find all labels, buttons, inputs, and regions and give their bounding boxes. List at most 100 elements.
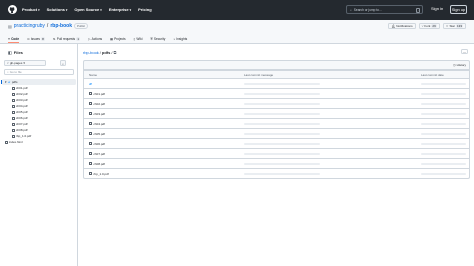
sign-up-button[interactable]: Sign up	[450, 5, 467, 14]
tab-label: Insights	[176, 37, 188, 41]
star-button[interactable]: ☆ Star 133	[442, 23, 466, 29]
tab-count: 8	[40, 37, 46, 41]
file-icon	[89, 92, 92, 95]
table-header: Name Last commit message Last commit dat…	[84, 70, 469, 78]
star-label: Star	[449, 24, 455, 28]
search-icon: ⌕	[7, 70, 9, 74]
commit-message-placeholder	[244, 172, 320, 175]
repo-owner-link[interactable]: practicingruby	[14, 23, 45, 29]
commit-message-placeholder	[244, 132, 320, 135]
nav-enterprise[interactable]: Enterprise ▾	[109, 7, 131, 12]
tab-wiki[interactable]: ▯ Wiki	[134, 35, 143, 43]
file-icon	[12, 104, 15, 108]
file-name-cell[interactable]: ch08.pdf	[89, 162, 105, 166]
file-name-cell[interactable]: ch02.pdf	[89, 102, 105, 106]
nav-product[interactable]: Product ▾	[22, 7, 40, 12]
commit-message-placeholder	[244, 82, 320, 85]
file-icon	[89, 112, 92, 115]
file-name-cell[interactable]: ch07.pdf	[89, 152, 105, 156]
repo-actions: 🔔︎ Notifications ⑂ Fork 29 ☆ Star 133	[388, 23, 466, 29]
repo-name-link[interactable]: rbp-book	[50, 23, 72, 29]
breadcrumb-repo-link[interactable]: rbp-book	[83, 50, 99, 55]
notifications-button[interactable]: 🔔︎ Notifications	[388, 23, 416, 29]
file-name-cell[interactable]: ch01.pdf	[89, 92, 105, 96]
table-row[interactable]: ch06.pdf	[84, 138, 469, 148]
commit-date-placeholder	[421, 152, 466, 155]
table-row[interactable]: ch05.pdf	[84, 128, 469, 138]
file-name: ch03.pdf	[93, 111, 106, 116]
tree-item-label: pdfs	[11, 80, 18, 84]
tab-label: Projects	[114, 37, 126, 41]
tree-item-label: ch06.pdf	[16, 116, 28, 120]
tree-item-label: ch08.pdf	[16, 128, 28, 132]
search-icon[interactable]: ⌕	[60, 60, 66, 66]
commit-date-placeholder	[421, 102, 466, 105]
file-name-cell[interactable]: ▰	[89, 81, 92, 86]
commit-message-placeholder	[244, 152, 320, 155]
tab-label: Wiki	[136, 37, 143, 41]
github-logo-icon[interactable]	[8, 5, 17, 14]
chevron-down-icon: ▾	[5, 80, 7, 84]
tab-issues[interactable]: ⊙ Issues 8	[27, 35, 46, 43]
bell-icon: 🔔︎	[391, 24, 396, 28]
table-row[interactable]: ch07.pdf	[84, 148, 469, 158]
tree-item[interactable]: ▾ ▰ pdfs	[1, 79, 76, 85]
sign-in-link[interactable]: Sign in	[431, 6, 443, 11]
tree-item-label: ch05.pdf	[16, 110, 28, 114]
file-name-cell[interactable]: ch03.pdf	[89, 112, 105, 116]
tab-label: Actions	[91, 37, 103, 41]
tab-label: Code	[11, 36, 20, 41]
fork-button[interactable]: ⑂ Fork 29	[418, 23, 440, 29]
nav-label: Open Source	[74, 7, 100, 12]
branch-selector[interactable]: ⑂ gh-pages ▾	[4, 60, 46, 66]
folder-open-icon: ▰	[8, 80, 11, 84]
table-row[interactable]: ch01.pdf	[84, 88, 469, 98]
pull-request-icon: ⇅	[53, 37, 56, 41]
nav-open-source[interactable]: Open Source ▾	[74, 7, 101, 12]
nav-pricing[interactable]: Pricing	[138, 7, 152, 12]
table-row[interactable]: ▰	[84, 78, 469, 88]
file-tree: ▾ ▰ pdfs ch01.pdf ch02.pdf ch03.pdf ch04.pdf ch…	[1, 79, 76, 145]
table-row[interactable]: ch02.pdf	[84, 98, 469, 108]
file-name-cell[interactable]: ch05.pdf	[89, 132, 105, 136]
tab-code[interactable]: ‹› Code	[8, 35, 20, 43]
commit-message-placeholder	[244, 142, 320, 145]
more-options-button[interactable]: ⋯	[461, 49, 468, 54]
file-name-cell[interactable]: ch04.pdf	[89, 122, 105, 126]
table-row[interactable]: ch04.pdf	[84, 118, 469, 128]
tab-insights[interactable]: ⌁ Insights	[173, 35, 187, 43]
file-icon	[12, 128, 15, 132]
file-name: ch01.pdf	[93, 91, 106, 96]
breadcrumb: rbp-book / pdfs / ⧉	[83, 50, 116, 55]
table-row[interactable]: rbp_1.0.pdf	[84, 168, 469, 178]
search-input[interactable]: ⌕ Search or jump to... /	[346, 5, 423, 14]
search-shortcut-key: /	[416, 7, 420, 13]
commit-message-placeholder	[244, 112, 320, 115]
file-name-cell[interactable]: rbp_1.0.pdf	[89, 172, 109, 176]
folder-icon: ▰	[89, 81, 93, 86]
breadcrumb-separator: /	[111, 50, 113, 55]
tab-label: Security	[153, 37, 166, 41]
sidebar-collapse-icon[interactable]: ◧	[8, 50, 12, 55]
commit-date-placeholder	[421, 112, 466, 115]
file-icon	[89, 142, 92, 145]
tab-security[interactable]: ⛨ Security	[150, 35, 165, 43]
commit-date-placeholder	[421, 92, 466, 95]
file-name: ch04.pdf	[93, 121, 106, 126]
table-row[interactable]: ch03.pdf	[84, 108, 469, 118]
tab-projects[interactable]: ▦ Projects	[110, 35, 126, 43]
tab-pull-requests[interactable]: ⇅ Pull requests 1	[53, 35, 81, 43]
history-button[interactable]: ◷ History	[453, 63, 466, 67]
commit-message-placeholder	[244, 162, 320, 165]
file-icon	[89, 122, 92, 125]
file-name-cell[interactable]: ch06.pdf	[89, 142, 105, 146]
copy-path-icon[interactable]: ⧉	[114, 50, 117, 55]
go-to-file-input[interactable]: ⌕ Go to file	[4, 69, 74, 75]
tab-actions[interactable]: ▷ Actions	[88, 35, 102, 43]
header-message: Last commit message	[244, 72, 274, 77]
nav-solutions[interactable]: Solutions ▾	[47, 7, 68, 12]
file-name: rbp_1.0.pdf	[93, 171, 109, 176]
table-row[interactable]: ch08.pdf	[84, 158, 469, 168]
file-name: ch05.pdf	[93, 131, 106, 136]
tree-item[interactable]: index.html	[2, 139, 76, 145]
